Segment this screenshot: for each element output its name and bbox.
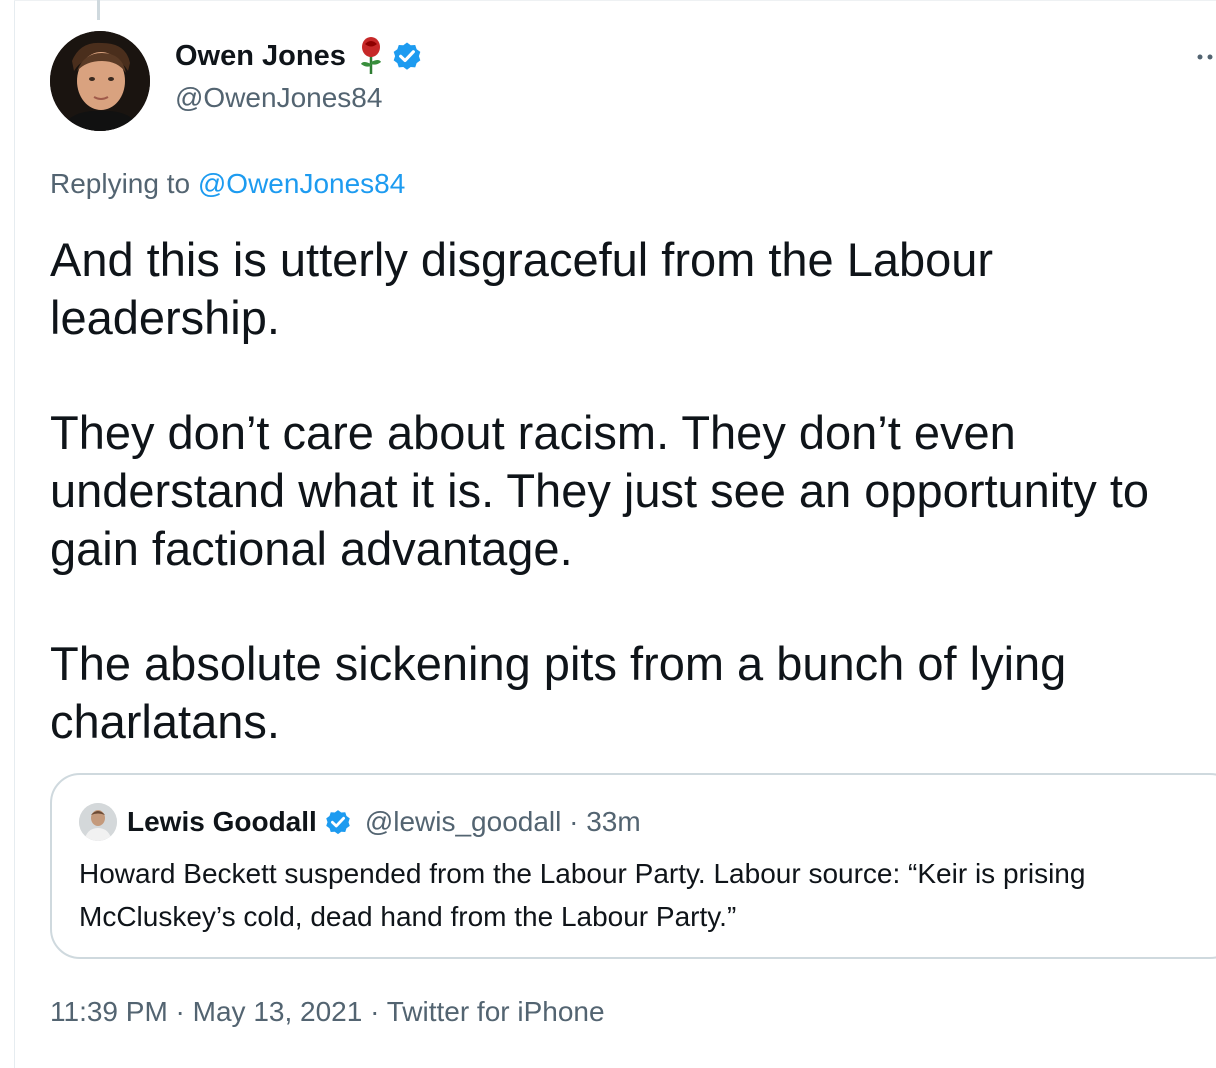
tweet-timestamp-source[interactable]: 11:39 PM · May 13, 2021 · Twitter for iP… xyxy=(50,996,605,1028)
quoted-author-name[interactable]: Lewis Goodall xyxy=(127,806,317,838)
quoted-tweet-text: Howard Beckett suspended from the Labour… xyxy=(79,858,1086,932)
quoted-tweet-header: Lewis Goodall @lewis_goodall · 33m xyxy=(79,803,641,841)
tweet-text: And this is utterly disgraceful from the… xyxy=(50,231,1216,751)
tweet-paragraph: They don’t care about racism. They don’t… xyxy=(50,406,1150,575)
author-display-name[interactable]: Owen Jones xyxy=(175,40,346,73)
replying-to-line: Replying to @OwenJones84 xyxy=(50,168,405,200)
author-avatar-image xyxy=(50,31,150,131)
quoted-tweet-card[interactable]: Lewis Goodall @lewis_goodall · 33m Howar… xyxy=(50,773,1216,959)
thread-connector-line xyxy=(97,0,100,20)
frame-border-top xyxy=(14,0,1216,1)
more-options-icon[interactable] xyxy=(1196,50,1216,62)
author-name-row: Owen Jones xyxy=(175,36,424,76)
replying-to-label: Replying to xyxy=(50,168,191,199)
verified-badge-icon xyxy=(323,807,353,837)
verified-badge-icon xyxy=(390,39,424,73)
tweet-paragraph: The absolute sickening pits from a bunch… xyxy=(50,637,1067,748)
frame-border-left xyxy=(14,0,15,1068)
rose-icon xyxy=(358,36,384,76)
quoted-author-handle-time[interactable]: @lewis_goodall · 33m xyxy=(365,806,641,838)
author-avatar[interactable] xyxy=(50,31,150,131)
quoted-author-avatar[interactable] xyxy=(79,803,117,841)
replying-to-handle-link[interactable]: @OwenJones84 xyxy=(198,168,405,199)
tweet-paragraph: And this is utterly disgraceful from the… xyxy=(50,233,994,344)
author-handle[interactable]: @OwenJones84 xyxy=(175,82,382,114)
